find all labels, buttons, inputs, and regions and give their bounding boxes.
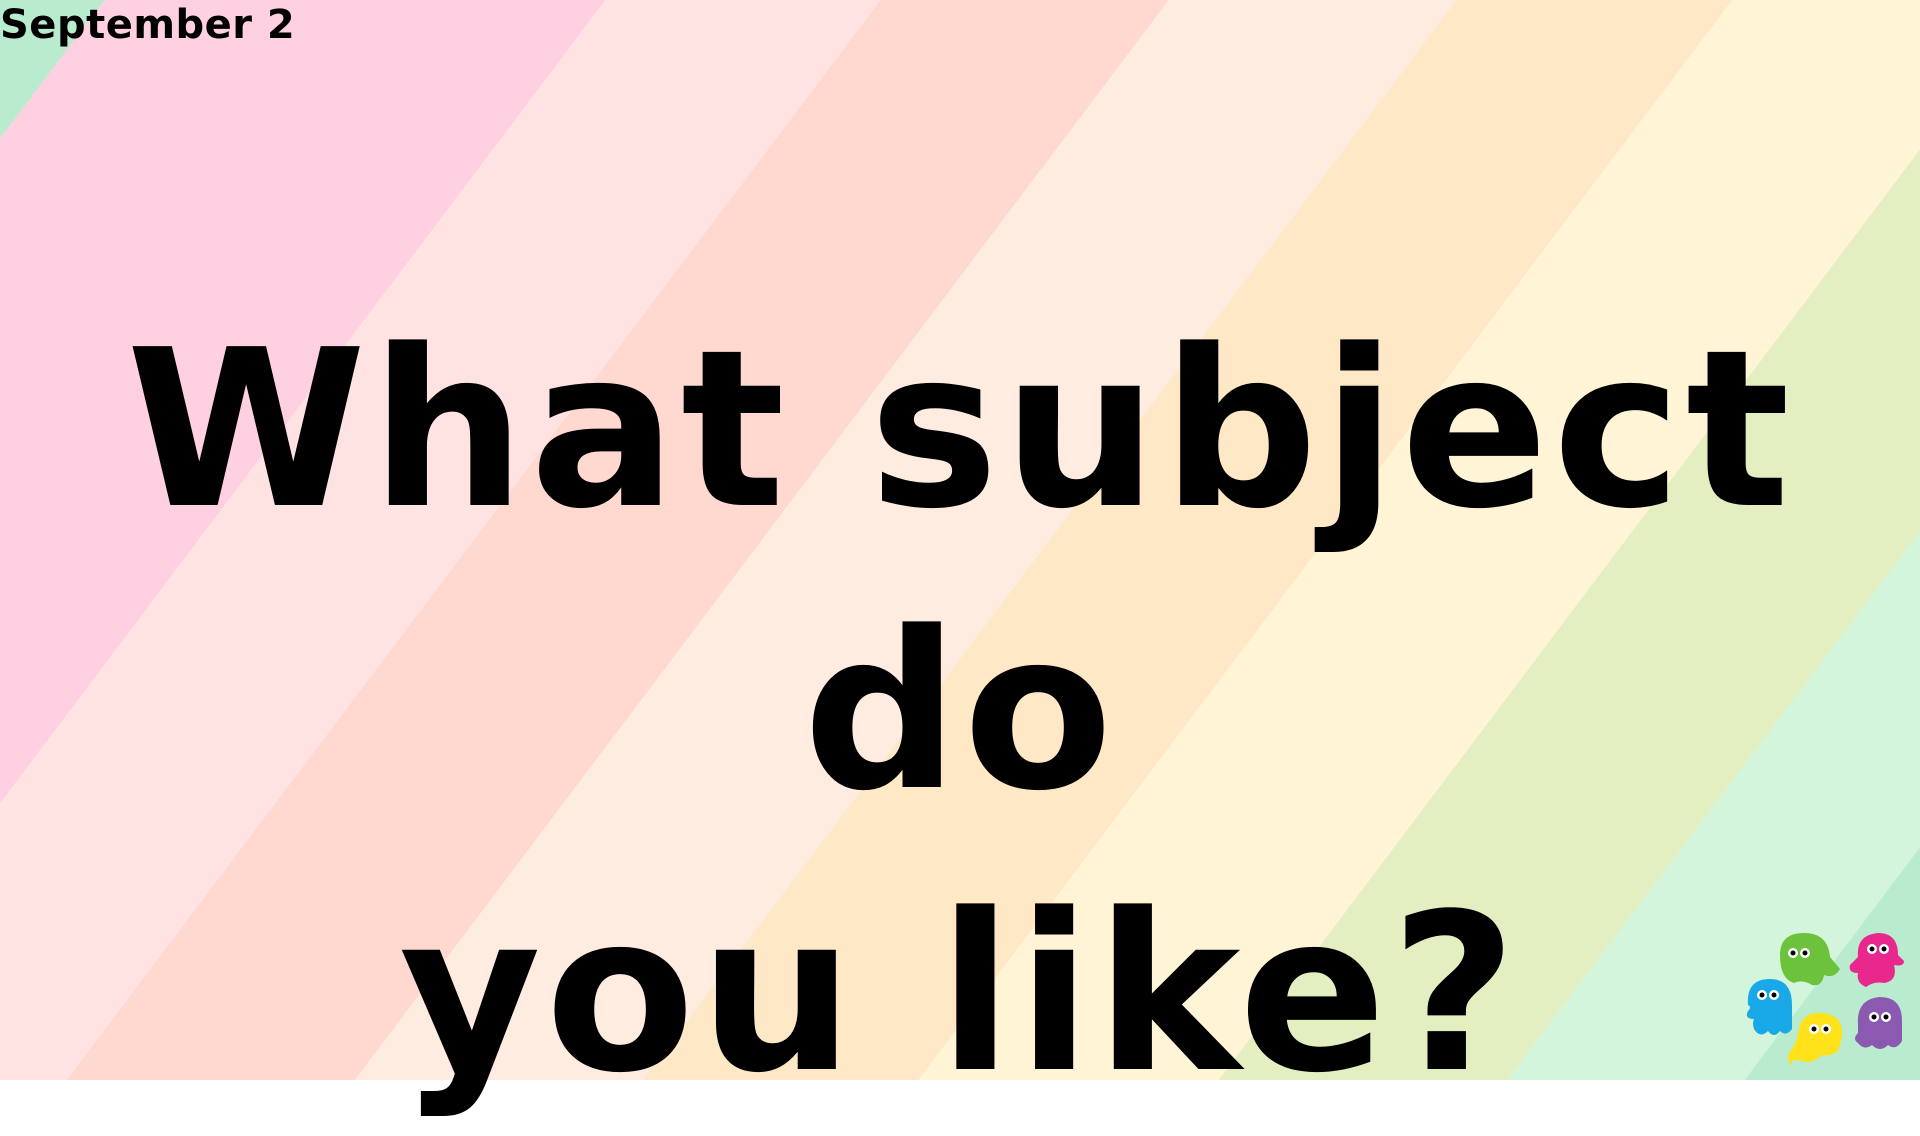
- ghost-cluster-icon: [1746, 933, 1904, 1065]
- date-label: September 2: [0, 2, 296, 48]
- pink-ghost-icon: [1849, 933, 1904, 987]
- green-ghost-icon: [1780, 933, 1840, 986]
- question-line-2: you like?: [399, 868, 1521, 1121]
- question-line-1: What subject do: [126, 304, 1794, 839]
- yellow-ghost-icon: [1788, 1012, 1843, 1065]
- question-heading: What subject do you like?: [0, 290, 1920, 1136]
- blue-ghost-icon: [1746, 979, 1792, 1035]
- purple-ghost-icon: [1855, 997, 1902, 1049]
